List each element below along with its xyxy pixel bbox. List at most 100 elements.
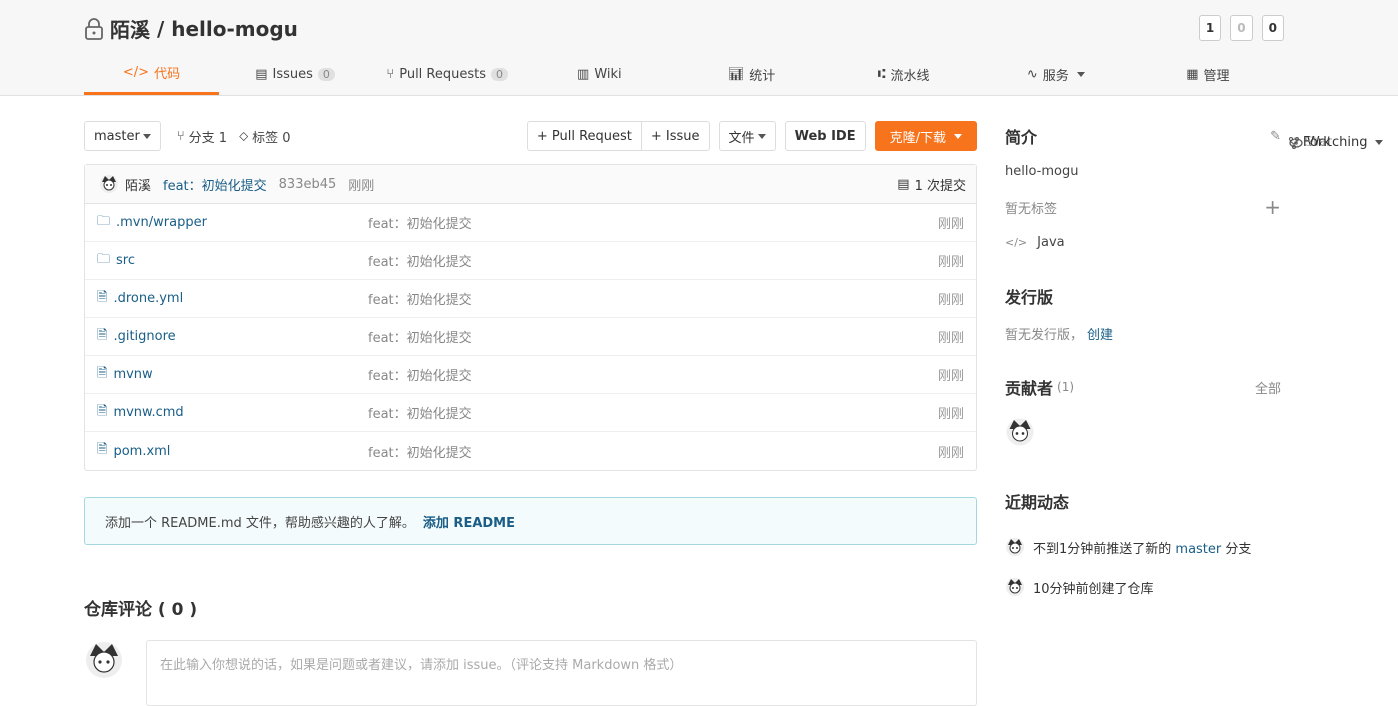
repo-tabs: </> 代码 ▤ Issues 0 ⑂ Pull Requests 0 ▥ Wi… xyxy=(84,53,1284,95)
contributors-header: 贡献者 (1) 全部 xyxy=(1005,375,1281,399)
pulse-icon: ∿ xyxy=(1026,66,1038,82)
commit-author[interactable]: 陌溪 xyxy=(125,175,151,194)
issues-icon: ▤ xyxy=(255,66,268,82)
avatar[interactable] xyxy=(99,174,119,194)
file-commit-message[interactable]: feat：初始化提交 xyxy=(368,442,472,461)
avatar[interactable] xyxy=(1005,577,1025,597)
activity-text: 不到1分钟前推送了新的 xyxy=(1033,541,1176,557)
file-icon: 🗎︎ xyxy=(97,365,108,381)
file-row: 🗎︎ mvnw feat：初始化提交 刚刚 xyxy=(85,356,976,394)
code-icon: </> xyxy=(1005,236,1028,249)
avatar[interactable] xyxy=(1005,417,1035,447)
branches-link[interactable]: ⑂ 分支 1 xyxy=(177,127,227,146)
chevron-down-icon xyxy=(142,133,151,139)
main-content: master ⑂ 分支 1 ⬦ 标签 0 + Pull Request + Is… xyxy=(84,120,977,706)
tags-link[interactable]: ⬦ 标签 0 xyxy=(239,127,291,146)
all-contributors-link[interactable]: 全部 xyxy=(1255,378,1281,397)
file-time: 刚刚 xyxy=(937,407,964,422)
repo-name-link[interactable]: hello-mogu xyxy=(171,17,298,41)
repo-actions: Watching 1 ☆ Star 0 Fork 0 xyxy=(1198,15,1383,150)
commit-sha[interactable]: 833eb45 xyxy=(279,177,337,192)
file-name-link[interactable]: pom.xml xyxy=(113,444,170,459)
file-name-link[interactable]: mvnw xyxy=(113,367,152,382)
activity-title: 近期动态 xyxy=(1005,493,1070,512)
fork-count[interactable]: 0 xyxy=(1263,16,1283,40)
readme-notice: 添加一个 README.md 文件，帮助感兴趣的人了解。 添加 README xyxy=(84,497,977,545)
commits-icon: ▤ xyxy=(897,176,910,192)
add-tag-icon[interactable]: + xyxy=(1264,197,1281,217)
file-commit-message[interactable]: feat：初始化提交 xyxy=(368,403,472,422)
tab-label: 管理 xyxy=(1203,68,1230,84)
chevron-down-icon xyxy=(954,133,962,139)
activity-branch-link[interactable]: master xyxy=(1175,542,1221,557)
pipeline-icon: ⑆ xyxy=(877,66,886,82)
commit-count-link[interactable]: ▤ 1 次提交 xyxy=(897,175,966,194)
watch-count[interactable]: 1 xyxy=(1200,16,1220,40)
latest-commit-bar: 陌溪 feat：初始化提交 833eb45 刚刚 ▤ 1 次提交 xyxy=(85,165,976,204)
tab-manage[interactable]: ▦ 管理 xyxy=(1132,53,1284,95)
file-menu-label: 文件 xyxy=(728,130,755,146)
file-browser: 陌溪 feat：初始化提交 833eb45 刚刚 ▤ 1 次提交 🗀︎ .mvn/… xyxy=(84,164,977,471)
clone-download-button[interactable]: 克隆/下载 xyxy=(874,121,977,151)
folder-icon: 🗀︎ xyxy=(97,251,111,267)
tab-services[interactable]: ∿ 服务 xyxy=(980,53,1132,95)
intro-title: 简介 xyxy=(1005,128,1038,147)
activity-text: 10分钟前创建了仓库 xyxy=(1033,581,1154,597)
watch-button[interactable]: Watching 1 xyxy=(1198,15,1383,150)
file-time: 刚刚 xyxy=(937,369,964,384)
file-row: 🗀︎ .mvn/wrapper feat：初始化提交 刚刚 xyxy=(85,204,976,242)
file-commit-message[interactable]: feat：初始化提交 xyxy=(368,213,472,232)
file-commit-message[interactable]: feat：初始化提交 xyxy=(368,251,472,270)
file-name-link[interactable]: .drone.yml xyxy=(113,291,183,306)
star-button[interactable]: ☆ Star 0 xyxy=(1230,15,1331,150)
no-tags-text: 暂无标签 xyxy=(1005,201,1058,217)
avatar[interactable] xyxy=(1005,537,1025,557)
file-time: 刚刚 xyxy=(937,445,964,461)
file-commit-message[interactable]: feat：初始化提交 xyxy=(368,289,472,308)
web-ide-button[interactable]: Web IDE xyxy=(784,121,866,151)
file-name-link[interactable]: .gitignore xyxy=(113,329,175,344)
file-name-link[interactable]: .mvn/wrapper xyxy=(116,215,207,230)
comments-title: 仓库评论 ( 0 ) xyxy=(84,600,198,620)
comment-input[interactable]: 在此输入你想说的话，如果是问题或者建议，请添加 issue。（评论支持 Mark… xyxy=(146,640,977,706)
activity-item: 不到1分钟前推送了新的 master 分支 xyxy=(1005,537,1281,557)
fork-button[interactable]: Fork 0 xyxy=(1261,15,1331,150)
create-release-link[interactable]: 创建 xyxy=(1087,324,1113,343)
avatar xyxy=(84,640,124,680)
sidebar: 简介 ✎ hello-mogu 暂无标签 + </> Java 发行版 暂无发行… xyxy=(1005,120,1281,597)
repo-toolbar: master ⑂ 分支 1 ⬦ 标签 0 + Pull Request + Is… xyxy=(84,120,977,152)
tab-stats[interactable]: 📊︎ 统计 xyxy=(675,53,827,95)
new-pull-request-button[interactable]: + Pull Request xyxy=(528,122,642,150)
file-name-link[interactable]: mvnw.cmd xyxy=(113,405,183,420)
tab-code[interactable]: </> 代码 xyxy=(84,53,219,95)
pull-request-icon: ⑂ xyxy=(386,66,395,82)
edit-icon[interactable]: ✎ xyxy=(1270,129,1281,144)
file-name-link[interactable]: src xyxy=(116,253,135,268)
repo-owner-link[interactable]: 陌溪 xyxy=(110,14,150,43)
file-commit-message[interactable]: feat：初始化提交 xyxy=(368,365,472,384)
language-link[interactable]: Java xyxy=(1037,235,1064,250)
file-time: 刚刚 xyxy=(937,255,964,270)
repo-description: hello-mogu xyxy=(1005,164,1079,179)
branch-select[interactable]: master xyxy=(84,121,161,151)
tab-wiki[interactable]: ▥ Wiki xyxy=(523,53,675,95)
tab-pipeline[interactable]: ⑆ 流水线 xyxy=(828,53,980,95)
file-menu-button[interactable]: 文件 xyxy=(718,121,776,151)
file-commit-message[interactable]: feat：初始化提交 xyxy=(368,327,472,346)
file-time: 刚刚 xyxy=(937,293,964,308)
readme-notice-text: 添加一个 README.md 文件，帮助感兴趣的人了解。 xyxy=(105,515,415,531)
tab-issues[interactable]: ▤ Issues 0 xyxy=(219,53,371,95)
branches-count: 分支 1 xyxy=(188,130,228,146)
commit-message[interactable]: feat：初始化提交 xyxy=(163,175,267,194)
tag-icon: ⬦ xyxy=(239,128,249,144)
new-issue-button[interactable]: + Issue xyxy=(642,122,709,150)
star-count[interactable]: 0 xyxy=(1231,16,1251,40)
add-readme-link[interactable]: 添加 README xyxy=(423,512,515,531)
repo-header: 陌溪 / hello-mogu Watching 1 ☆ Star 0 Fork xyxy=(0,0,1398,150)
contributors-title: 贡献者 xyxy=(1005,379,1054,398)
tab-pull-requests[interactable]: ⑂ Pull Requests 0 xyxy=(371,53,523,95)
folder-icon: 🗀︎ xyxy=(97,213,111,229)
chart-icon: 📊︎ xyxy=(727,66,745,82)
tab-label: 服务 xyxy=(1042,68,1069,84)
release-title: 发行版 xyxy=(1005,288,1054,307)
